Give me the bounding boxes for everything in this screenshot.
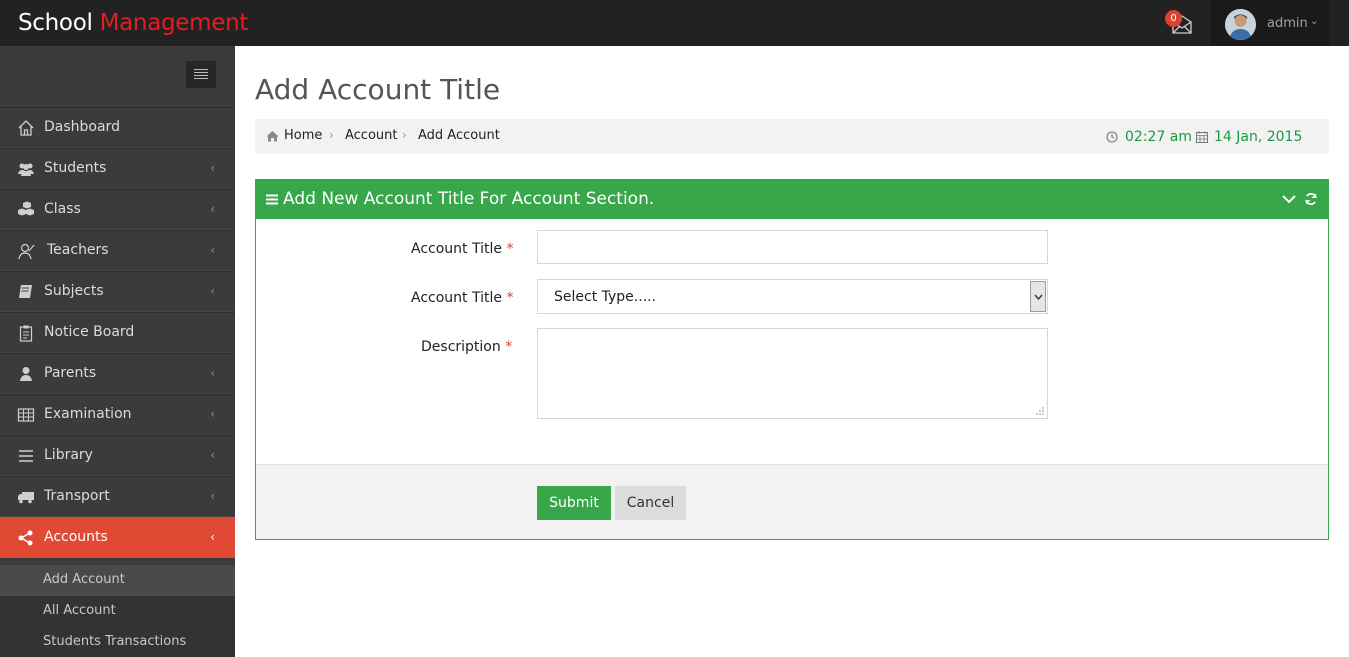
panel-footer: Submit Cancel	[256, 464, 1328, 539]
home-icon	[266, 131, 279, 142]
description-textarea[interactable]	[537, 328, 1048, 419]
sidebar-item-label: Examination	[44, 406, 132, 422]
sidebar-item-label: Students	[44, 160, 107, 176]
sidebar-item-label: Class	[44, 201, 81, 217]
truck-icon	[18, 492, 34, 504]
chevron-down-icon[interactable]	[1282, 194, 1296, 204]
submenu-item-label: All Account	[43, 603, 116, 618]
mail-count-badge: 0	[1165, 10, 1182, 27]
bars-icon	[266, 194, 278, 205]
sidebar-item-subjects[interactable]: Subjects ‹	[0, 271, 235, 312]
chevron-left-icon: ‹	[210, 366, 215, 380]
sidebar-item-dashboard[interactable]: Dashboard	[0, 107, 235, 148]
chevron-left-icon: ‹	[210, 489, 215, 503]
chevron-left-icon: ‹	[210, 407, 215, 421]
sidebar-item-label: Notice Board	[44, 324, 135, 340]
submenu-item-label: Students Transactions	[43, 634, 187, 649]
cancel-button[interactable]: Cancel	[615, 486, 686, 520]
account-title-label: Account Title *	[411, 241, 514, 257]
chevron-left-icon: ‹	[210, 243, 215, 257]
sidebar-item-teachers[interactable]: Teachers ‹	[0, 230, 235, 271]
breadcrumb: Home › Account › Add Account 02:27 am 14…	[255, 119, 1329, 154]
sidebar: Dashboard Students ‹ Class ‹ Teachers ‹ …	[0, 46, 235, 657]
brand-text-school: School	[18, 10, 100, 36]
avatar	[1225, 9, 1256, 40]
select-value: Select Type.....	[554, 289, 657, 305]
sidebar-item-transport[interactable]: Transport ‹	[0, 476, 235, 517]
resize-grip-icon[interactable]	[1035, 406, 1045, 416]
users-icon	[18, 163, 34, 176]
cubes-icon	[18, 201, 34, 216]
sidebar-item-label: Transport	[44, 488, 110, 504]
chevron-left-icon: ‹	[210, 448, 215, 462]
submenu-item-all-account[interactable]: All Account	[0, 596, 235, 627]
sidebar-menu: Dashboard Students ‹ Class ‹ Teachers ‹ …	[0, 107, 235, 558]
select-dropdown-button[interactable]	[1030, 281, 1046, 312]
sidebar-item-label: Dashboard	[44, 119, 120, 135]
refresh-icon[interactable]	[1304, 192, 1318, 206]
clock-icon	[1106, 131, 1118, 143]
sidebar-item-label: Accounts	[44, 529, 108, 545]
sidebar-item-library[interactable]: Library ‹	[0, 435, 235, 476]
chevron-left-icon: ‹	[210, 530, 215, 544]
submenu-item-add-account[interactable]: Add Account	[0, 565, 235, 596]
brand-text-management: Management	[99, 10, 249, 36]
submenu-item-students-transactions[interactable]: Students Transactions	[0, 627, 235, 657]
panel-title: Add New Account Title For Account Sectio…	[283, 189, 655, 209]
account-type-select[interactable]: Select Type.....	[537, 279, 1048, 314]
app-brand-logo[interactable]: School Management	[18, 10, 248, 36]
user-menu[interactable]: admin ⌄	[1211, 0, 1329, 46]
current-date: 14 Jan, 2015	[1214, 129, 1303, 145]
sidebar-item-class[interactable]: Class ‹	[0, 189, 235, 230]
sidebar-item-notice-board[interactable]: Notice Board	[0, 312, 235, 353]
clipboard-icon	[19, 325, 33, 342]
add-account-panel: Add New Account Title For Account Sectio…	[255, 179, 1329, 540]
user-icon	[20, 367, 32, 381]
home-icon	[18, 120, 34, 136]
chevron-left-icon: ‹	[210, 202, 215, 216]
sidebar-item-label: Library	[44, 447, 93, 463]
breadcrumb-current: Add Account	[418, 128, 500, 143]
submit-button[interactable]: Submit	[537, 486, 611, 520]
account-title-input[interactable]	[537, 230, 1048, 264]
chevron-down-icon: ⌄	[1310, 16, 1319, 27]
accounts-submenu: Add Account All Account Students Transac…	[0, 565, 235, 657]
breadcrumb-account-link[interactable]: Account	[345, 128, 398, 143]
chevron-right-icon: ›	[402, 128, 407, 142]
table-icon	[17, 408, 35, 422]
description-label: Description *	[421, 339, 513, 355]
panel-header: Add New Account Title For Account Sectio…	[256, 180, 1328, 219]
current-time: 02:27 am	[1125, 129, 1193, 145]
required-asterisk: *	[506, 290, 514, 306]
username-label: admin	[1267, 16, 1308, 31]
chevron-left-icon: ‹	[210, 284, 215, 298]
sidebar-toggle-button[interactable]	[186, 61, 216, 88]
submenu-item-label: Add Account	[43, 572, 125, 587]
top-navbar: School Management 0 admin ⌄	[0, 0, 1349, 46]
breadcrumb-home-link[interactable]: Home	[284, 128, 322, 143]
sidebar-item-examination[interactable]: Examination ‹	[0, 394, 235, 435]
calendar-icon	[1196, 131, 1208, 143]
teacher-icon	[18, 243, 35, 260]
sidebar-item-label: Subjects	[44, 283, 104, 299]
chevron-right-icon: ›	[329, 128, 334, 142]
sidebar-item-parents[interactable]: Parents ‹	[0, 353, 235, 394]
share-icon	[18, 530, 33, 546]
required-asterisk: *	[506, 241, 514, 257]
book-icon	[19, 285, 32, 298]
sidebar-item-students[interactable]: Students ‹	[0, 148, 235, 189]
page-title: Add Account Title	[255, 73, 501, 106]
account-type-label: Account Title *	[411, 290, 514, 306]
sidebar-item-label: Teachers	[47, 242, 109, 258]
chevron-down-icon	[1034, 294, 1043, 300]
sidebar-item-accounts[interactable]: Accounts ‹	[0, 517, 235, 558]
sidebar-item-label: Parents	[44, 365, 97, 381]
list-icon	[19, 450, 33, 462]
chevron-left-icon: ‹	[210, 161, 215, 175]
required-asterisk: *	[505, 339, 513, 355]
